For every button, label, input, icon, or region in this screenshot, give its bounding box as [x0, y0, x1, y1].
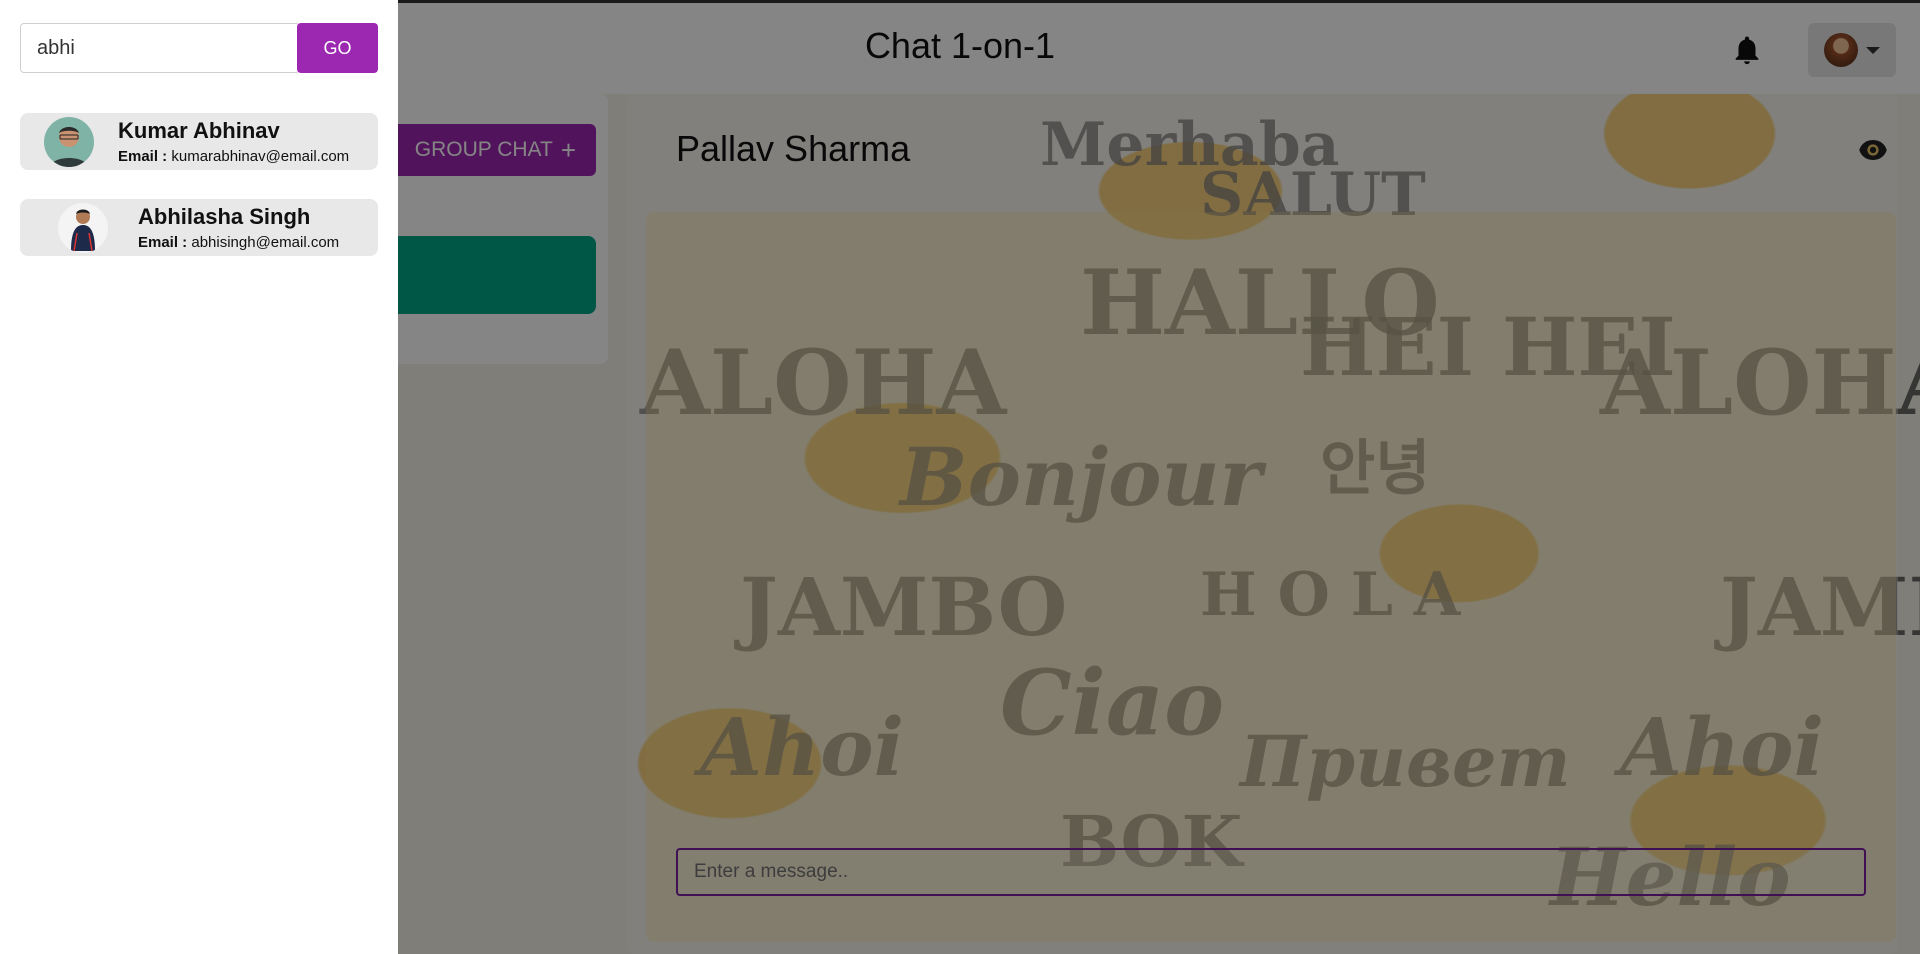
go-button[interactable]: GO — [297, 23, 378, 73]
email-value: kumarabhinav@email.com — [171, 148, 350, 165]
email-label: Email : — [138, 234, 192, 251]
result-email: Email : abhisingh@email.com — [138, 234, 339, 251]
search-input[interactable] — [20, 23, 300, 73]
email-label: Email : — [118, 148, 172, 165]
user-avatar — [58, 203, 108, 253]
search-result-item[interactable]: Abhilasha Singh Email : abhisingh@email.… — [20, 199, 378, 256]
search-result-item[interactable]: Kumar Abhinav Email : kumarabhinav@email… — [20, 113, 378, 170]
result-email: Email : kumarabhinav@email.com — [118, 148, 349, 165]
user-avatar — [44, 117, 94, 167]
search-drawer: GO Kumar Abhinav Email : kumarabhinav@em… — [0, 0, 398, 954]
result-name: Abhilasha Singh — [138, 204, 311, 229]
email-value: abhisingh@email.com — [191, 234, 340, 251]
result-name: Kumar Abhinav — [118, 118, 280, 143]
